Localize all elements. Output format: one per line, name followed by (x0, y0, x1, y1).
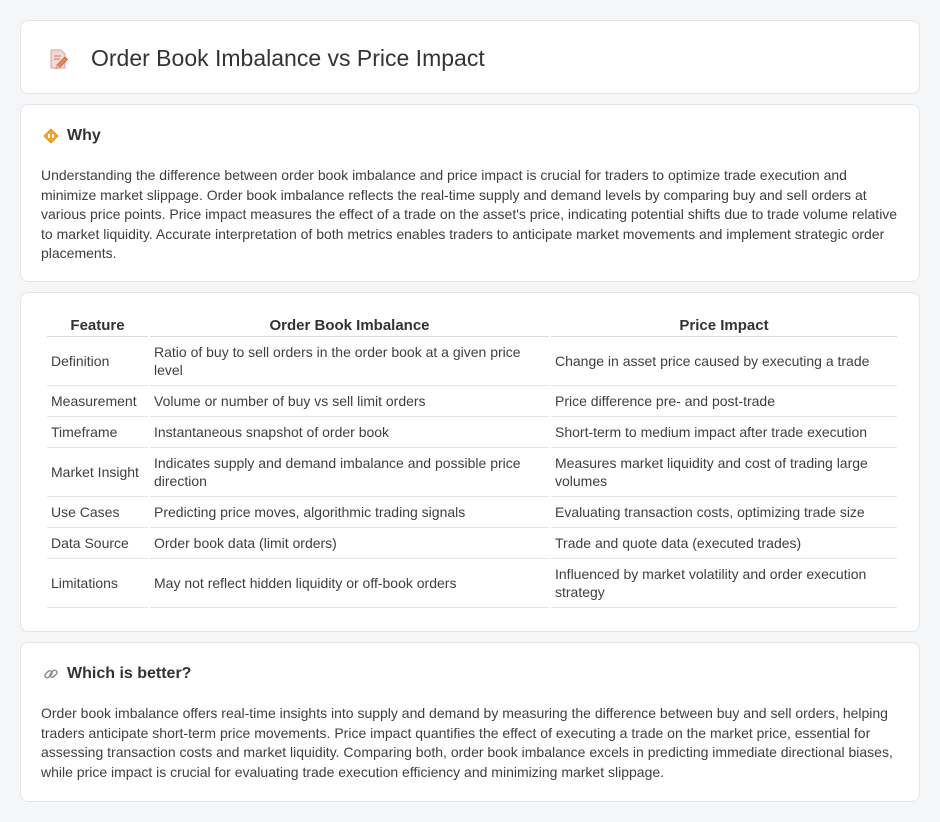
link-icon (44, 669, 58, 679)
price-impact-cell: Measures market liquidity and cost of tr… (551, 448, 897, 497)
order-book-imbalance-cell: Volume or number of buy vs sell limit or… (150, 386, 549, 417)
order-book-imbalance-cell: Instantaneous snapshot of order book (150, 417, 549, 448)
better-paragraph: Order book imbalance offers real-time in… (41, 705, 893, 780)
comparison-table: Feature Order Book Imbalance Price Impac… (45, 317, 899, 608)
feature-cell: Measurement (47, 386, 148, 417)
order-book-imbalance-cell: May not reflect hidden liquidity or off-… (150, 559, 549, 608)
table-row: Measurement Volume or number of buy vs s… (47, 386, 897, 417)
price-impact-cell: Influenced by market volatility and orde… (551, 559, 897, 608)
price-impact-cell: Price difference pre- and post-trade (551, 386, 897, 417)
header-price-impact: Price Impact (551, 317, 897, 337)
order-book-imbalance-cell: Indicates supply and demand imbalance an… (150, 448, 549, 497)
table-row: Definition Ratio of buy to sell orders i… (47, 337, 897, 386)
title-card: Order Book Imbalance vs Price Impact (20, 20, 920, 94)
price-impact-cell: Evaluating transaction costs, optimizing… (551, 497, 897, 528)
page-title: Order Book Imbalance vs Price Impact (91, 45, 485, 71)
better-header: Which is better? (43, 665, 191, 683)
header-order-book-imbalance: Order Book Imbalance (150, 317, 549, 337)
feature-cell: Timeframe (47, 417, 148, 448)
feature-cell: Use Cases (47, 497, 148, 528)
table-row: Data Source Order book data (limit order… (47, 528, 897, 559)
better-title: Which is better? (67, 665, 192, 682)
why-title: Why (67, 127, 101, 144)
price-impact-cell: Change in asset price caused by executin… (551, 337, 897, 386)
why-paragraph: Understanding the difference between ord… (41, 167, 898, 261)
table-row: Timeframe Instantaneous snapshot of orde… (47, 417, 897, 448)
order-book-imbalance-cell: Ratio of buy to sell orders in the order… (150, 337, 549, 386)
price-impact-cell: Trade and quote data (executed trades) (551, 528, 897, 559)
comparison-section: Feature Order Book Imbalance Price Impac… (20, 292, 920, 632)
table-row: Limitations May not reflect hidden liqui… (47, 559, 897, 608)
pencil-document-icon (50, 49, 69, 69)
table-row: Use Cases Predicting price moves, algori… (47, 497, 897, 528)
feature-cell: Definition (47, 337, 148, 386)
which-is-better-section: Which is better? Order book imbalance of… (20, 642, 920, 802)
order-book-imbalance-cell: Predicting price moves, algorithmic trad… (150, 497, 549, 528)
feature-cell: Market Insight (47, 448, 148, 497)
price-impact-cell: Short-term to medium impact after trade … (551, 417, 897, 448)
why-section: Why Understanding the difference between… (20, 104, 920, 282)
order-book-imbalance-cell: Order book data (limit orders) (150, 528, 549, 559)
diamond-warning-icon (43, 128, 59, 144)
table-header-row: Feature Order Book Imbalance Price Impac… (47, 317, 897, 337)
table-row: Market Insight Indicates supply and dema… (47, 448, 897, 497)
feature-cell: Data Source (47, 528, 148, 559)
why-header: Why (43, 127, 101, 145)
title-row: Order Book Imbalance vs Price Impact (47, 45, 485, 72)
feature-cell: Limitations (47, 559, 148, 608)
header-feature: Feature (47, 317, 148, 337)
